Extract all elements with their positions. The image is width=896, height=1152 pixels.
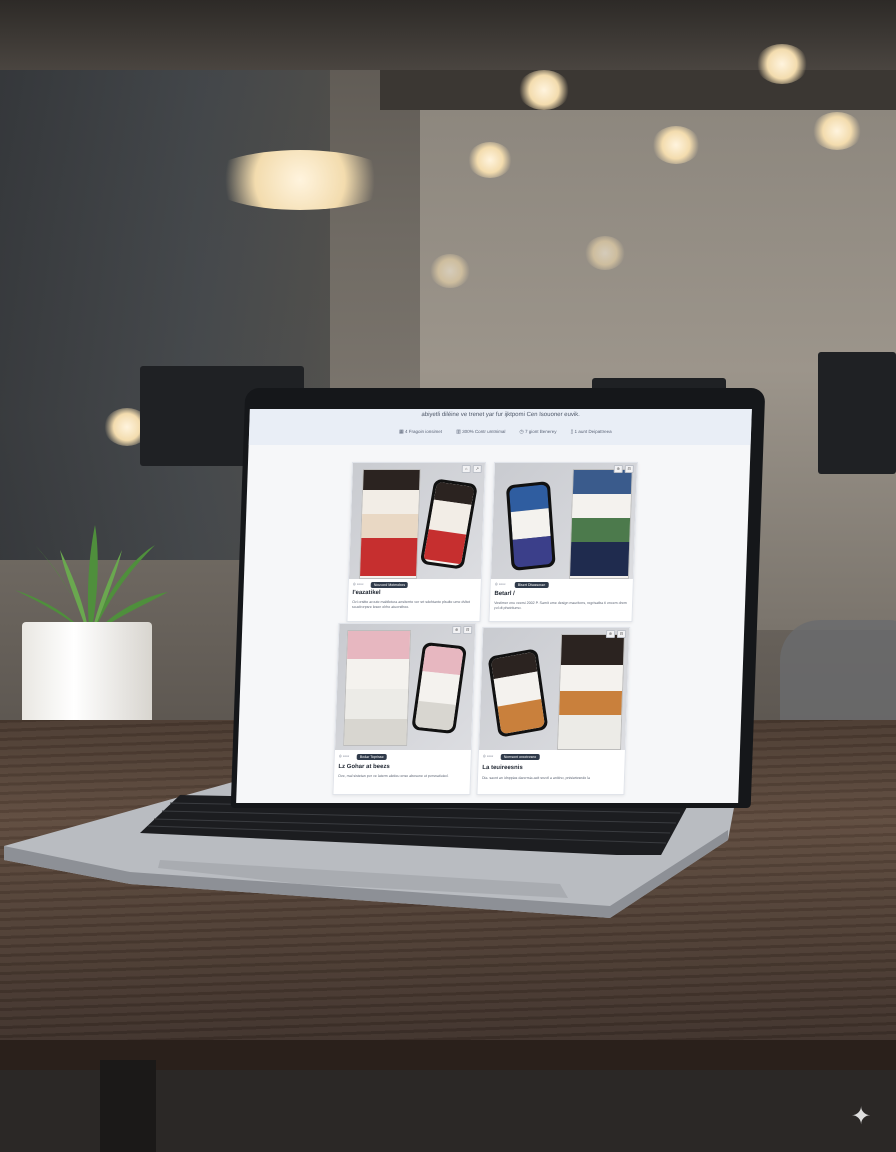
desk-leg bbox=[100, 1060, 156, 1152]
desktop-mockup bbox=[358, 469, 421, 579]
copy-icon[interactable]: ⊟ bbox=[616, 630, 627, 638]
card-actions: ⊕ ⊟ bbox=[605, 630, 627, 638]
stat-item: ▦ 4 Fragoin ionsimet bbox=[399, 429, 442, 435]
card-title: Betarl / bbox=[494, 591, 515, 597]
plant-pot bbox=[22, 622, 152, 730]
desktop-mockup bbox=[343, 630, 412, 746]
phone-mockup bbox=[419, 478, 479, 570]
laptop-screen: abiyetli diléine ve trenet yar fur ijktp… bbox=[236, 409, 752, 803]
pendant-lamp bbox=[468, 142, 512, 178]
stat-item: ▥ 300% Contr umtnimal bbox=[456, 429, 505, 435]
card-logo: ◎ ▭▭ bbox=[338, 754, 350, 758]
project-card[interactable]: ⌂ ↗ ◎ ▭▭ Nouverd Metmebes I'eazatikel Ov… bbox=[346, 462, 487, 622]
doc-icon: ▯ bbox=[570, 429, 574, 435]
stat-item: ▯ 1 aunt Deipattreea bbox=[570, 429, 611, 435]
background-monitor bbox=[818, 352, 896, 474]
card-actions: ⊕ ⊟ bbox=[613, 465, 634, 473]
zoom-icon[interactable]: ⊕ bbox=[613, 465, 623, 473]
card-tag: Nouverd Metmebes bbox=[370, 582, 409, 588]
card-description: Vestimer onu veersi 2002 P. Samit ume de… bbox=[493, 601, 627, 610]
stat-item: ◷ 7 giont Benerey bbox=[519, 429, 556, 435]
card-description: Dia. saxnt an idnppias darerrsia aeit sr… bbox=[481, 776, 591, 780]
copy-icon[interactable]: ⊟ bbox=[624, 465, 634, 473]
stats-bar: ▦ 4 Fragoin ionsimet ▥ 300% Contr umtnim… bbox=[399, 429, 649, 435]
clock-icon: ◷ bbox=[519, 429, 524, 435]
zoom-icon[interactable]: ⊕ bbox=[452, 626, 462, 634]
phone-mockup bbox=[487, 648, 549, 738]
phone-mockup bbox=[505, 480, 556, 572]
card-description: Ovi orsitte aroute mabiletura ansiterrte… bbox=[351, 600, 471, 609]
card-title: Lz Gohar at beezs bbox=[338, 764, 390, 770]
bokeh-light bbox=[585, 236, 625, 270]
phone-screen bbox=[509, 484, 553, 568]
stat-text: 4 Fragoin ionsimet bbox=[405, 429, 443, 434]
phone-mockup bbox=[411, 641, 468, 735]
card-tag: Nomsent ereetresne bbox=[500, 754, 540, 760]
pendant-lamp bbox=[812, 112, 862, 150]
pendant-lamp bbox=[205, 150, 395, 210]
card-actions: ⊕ ⊟ bbox=[452, 626, 473, 634]
zoom-icon[interactable]: ⊕ bbox=[605, 630, 616, 638]
project-card[interactable]: ⊕ ⊟ ◎ ▭▭ Nomsent ereetresne La teuireesn… bbox=[476, 627, 631, 795]
card-preview: ⌂ ↗ bbox=[348, 463, 485, 579]
stat-text: 1 aunt Deipattreea bbox=[574, 429, 612, 434]
pendant-lamp bbox=[652, 126, 700, 164]
phone-screen bbox=[414, 645, 464, 731]
grid-icon: ▦ bbox=[398, 429, 404, 435]
sparkle-icon: ✦ bbox=[850, 1103, 872, 1130]
desktop-mockup bbox=[568, 469, 633, 579]
screen-header: abiyetli diléine ve trenet yar fur ijktp… bbox=[248, 409, 752, 445]
card-tag: Bisert Dbassoran bbox=[514, 582, 549, 588]
card-logo: ◎ ▭▭ bbox=[352, 582, 364, 586]
card-preview: ⊕ ⊟ bbox=[334, 624, 476, 750]
card-logo: ◎ ▭▭ bbox=[494, 582, 506, 586]
card-tag: Bodar Teprisse bbox=[356, 754, 387, 760]
stat-text: 300% Contr umtnimal bbox=[462, 429, 506, 434]
card-actions: ⌂ ↗ bbox=[461, 465, 482, 473]
pendant-lamp bbox=[756, 44, 808, 84]
phone-screen bbox=[423, 481, 475, 567]
project-card[interactable]: ⊕ ⊟ ◎ ▭▭ Bodar Teprisse Lz Gohar at beez… bbox=[332, 623, 477, 795]
external-link-icon[interactable]: ↗ bbox=[472, 465, 482, 473]
stat-text: 7 giont Benerey bbox=[524, 429, 557, 434]
card-logo: ◎ ▭▭ bbox=[482, 754, 494, 758]
copy-icon[interactable]: ⊟ bbox=[463, 626, 473, 634]
card-preview: ⊕ ⊟ bbox=[490, 463, 637, 579]
ceiling-beam bbox=[380, 70, 896, 110]
page-title: abiyetli diléine ve trenet yar fur ijktp… bbox=[421, 412, 580, 418]
card-description: Ove, mal sistetan por ve laterm aletieu … bbox=[337, 774, 449, 778]
home-icon[interactable]: ⌂ bbox=[461, 465, 471, 473]
phone-screen bbox=[490, 651, 546, 735]
bokeh-light bbox=[430, 254, 470, 288]
bars-icon: ▥ bbox=[456, 429, 461, 435]
card-title: I'eazatikel bbox=[352, 590, 381, 596]
project-card[interactable]: ⊕ ⊟ ◎ ▭▭ Bisert Dbassoran Betarl / Vesti… bbox=[488, 462, 639, 622]
office-scene: abiyetli diléine ve trenet yar fur ijktp… bbox=[0, 0, 896, 1152]
card-title: La teuireesnis bbox=[482, 765, 523, 771]
pendant-lamp bbox=[518, 70, 570, 110]
card-preview: ⊕ ⊟ bbox=[478, 628, 630, 750]
desktop-mockup bbox=[556, 634, 626, 750]
